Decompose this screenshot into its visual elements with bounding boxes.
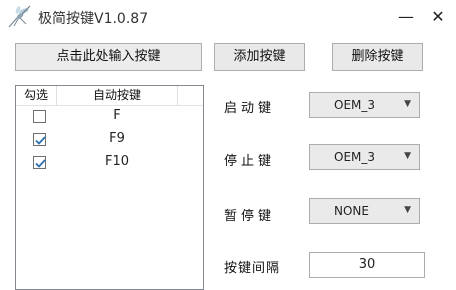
row-key-label: F [113,108,121,123]
add-key-button[interactable]: 添加按键 [214,43,305,71]
pause-key-select[interactable]: NONE ▼ [309,198,420,224]
start-key-select[interactable]: OEM_3 ▼ [309,92,420,118]
interval-label: 按键间隔 [224,261,281,276]
row-checkbox[interactable] [33,156,46,169]
list-item[interactable]: F9 [16,129,203,151]
stop-key-label: 停止键 [224,154,276,169]
start-key-label: 启动键 [224,101,276,116]
pause-key-value: NONE [334,204,369,218]
chevron-down-icon: ▼ [404,151,411,161]
row-checkbox[interactable] [33,110,46,123]
input-key-button[interactable]: 点击此处输入按键 [15,43,202,71]
column-header-key[interactable]: 自动按键 [57,86,178,105]
chevron-down-icon: ▼ [404,99,411,109]
row-key-label: F10 [104,154,130,169]
interval-input[interactable]: 30 [309,252,425,278]
minimize-button[interactable]: — [395,6,417,28]
check-icon [35,159,46,168]
delete-key-button[interactable]: 删除按键 [332,43,423,71]
start-key-value: OEM_3 [334,98,376,112]
stop-key-value: OEM_3 [334,150,376,164]
pause-key-label: 暂停键 [224,209,276,224]
window-title: 极简按键V1.0.87 [38,11,149,27]
row-checkbox[interactable] [33,133,46,146]
check-icon [35,136,46,145]
mosquito-icon [6,4,32,30]
title-bar: 极简按键V1.0.87 — ✕ [0,0,456,34]
column-header-check[interactable]: 勾选 [16,86,57,105]
chevron-down-icon: ▼ [404,205,411,215]
key-list[interactable]: 勾选 自动按键 F F9 F10 [15,85,204,290]
stop-key-select[interactable]: OEM_3 ▼ [309,144,420,170]
list-item[interactable]: F10 [16,152,203,174]
row-key-label: F9 [109,131,125,146]
list-item[interactable]: F [16,106,203,128]
list-header: 勾选 自动按键 [16,86,203,106]
close-button[interactable]: ✕ [427,6,449,28]
